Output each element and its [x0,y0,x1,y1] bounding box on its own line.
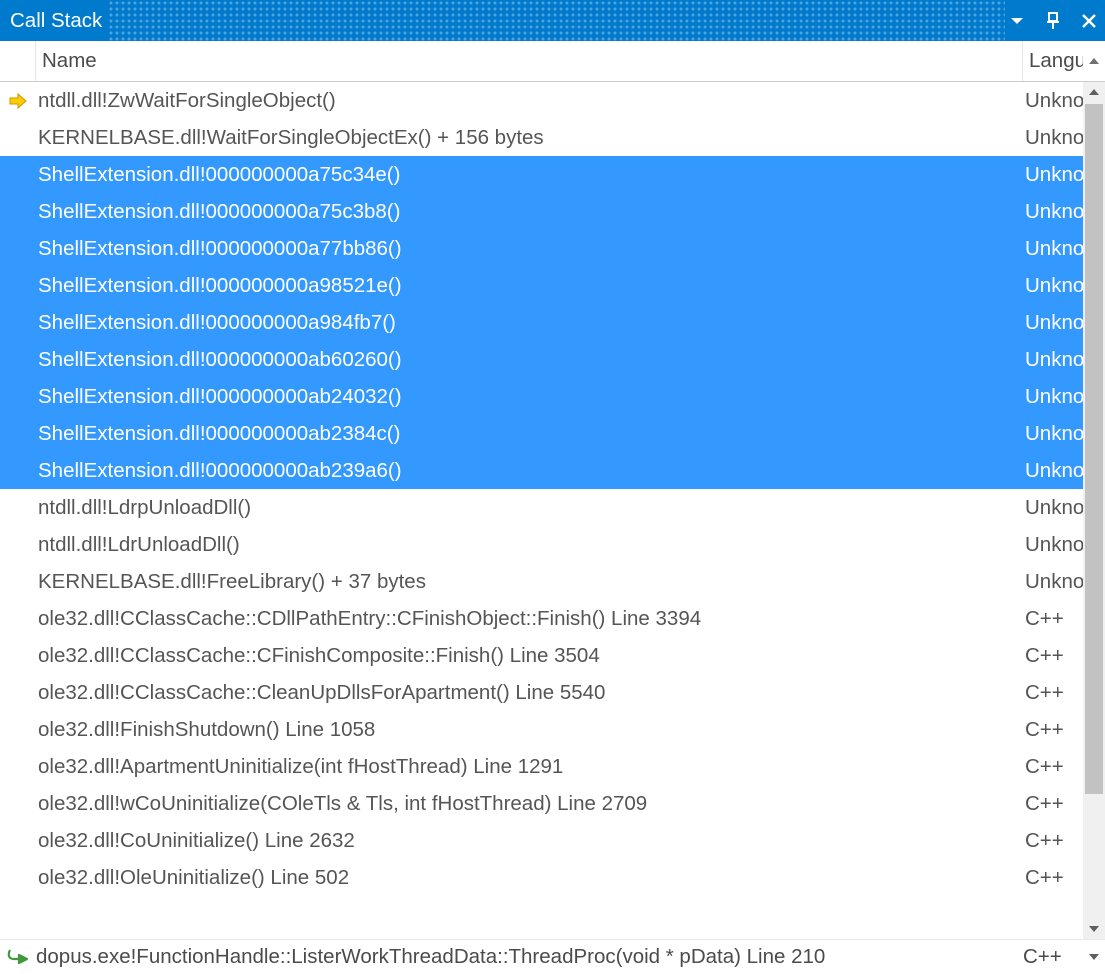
row-name: ntdll.dll!LdrpUnloadDll() [36,496,1023,520]
row-lang: C++ [1023,681,1083,705]
row-name: ShellExtension.dll!000000000a75c3b8() [36,200,1023,224]
row-gutter [0,92,36,110]
row-name: ShellExtension.dll!000000000a98521e() [36,274,1023,298]
callstack-row[interactable]: ntdll.dll!ZwWaitForSingleObject()Unknown [0,82,1083,119]
callstack-row[interactable]: ole32.dll!OleUninitialize() Line 502C++ [0,859,1083,896]
active-frame-icon [0,947,36,967]
row-lang: Unknown [1023,533,1083,557]
row-lang: Unknown [1023,348,1083,372]
row-name: ole32.dll!ApartmentUninitialize(int fHos… [36,755,1023,779]
column-header-gutter [0,41,36,81]
panel-titlebar: Call Stack [0,0,1105,41]
row-lang: C++ [1023,866,1083,890]
row-name: ole32.dll!CClassCache::CleanUpDllsForApa… [36,681,1023,705]
scrollbar-down-icon[interactable] [1083,919,1105,939]
row-name: ShellExtension.dll!000000000ab239a6() [36,459,1023,483]
autohide-pin-icon[interactable] [1043,11,1063,31]
column-header-language[interactable]: Language [1023,41,1083,81]
callstack-row[interactable]: ole32.dll!wCoUninitialize(COleTls & Tls,… [0,785,1083,822]
row-lang: Unknown [1023,126,1083,150]
row-lang: Unknown [1023,163,1083,187]
callstack-row[interactable]: ShellExtension.dll!000000000ab24032()Unk… [0,378,1083,415]
row-lang: Unknown [1023,274,1083,298]
callstack-row[interactable]: ShellExtension.dll!000000000a98521e()Unk… [0,267,1083,304]
row-lang: C++ [1023,755,1083,779]
callstack-row[interactable]: ntdll.dll!LdrpUnloadDll()Unknown [0,489,1083,526]
active-frame-name: dopus.exe!FunctionHandle::ListerWorkThre… [36,945,1023,969]
callstack-row[interactable]: ShellExtension.dll!000000000ab239a6()Unk… [0,452,1083,489]
current-frame-arrow-icon [8,92,28,110]
row-name: ole32.dll!CClassCache::CFinishComposite:… [36,644,1023,668]
row-name: ShellExtension.dll!000000000ab24032() [36,385,1023,409]
row-lang: C++ [1023,792,1083,816]
callstack-list-wrap: ntdll.dll!ZwWaitForSingleObject()Unknown… [0,82,1105,939]
row-name: ntdll.dll!ZwWaitForSingleObject() [36,89,1023,113]
vertical-scrollbar[interactable] [1083,82,1105,939]
row-name: KERNELBASE.dll!FreeLibrary() + 37 bytes [36,570,1023,594]
row-lang: C++ [1023,718,1083,742]
callstack-row[interactable]: ShellExtension.dll!000000000ab60260()Unk… [0,341,1083,378]
scrollbar-thumb[interactable] [1085,104,1103,794]
row-name: ole32.dll!OleUninitialize() Line 502 [36,866,1023,890]
column-header-name[interactable]: Name [36,41,1023,81]
row-lang: C++ [1023,644,1083,668]
row-name: ShellExtension.dll!000000000ab60260() [36,348,1023,372]
row-lang: Unknown [1023,237,1083,261]
row-name: ShellExtension.dll!000000000a75c34e() [36,163,1023,187]
column-header-row: Name Language [0,41,1105,82]
row-name: ole32.dll!wCoUninitialize(COleTls & Tls,… [36,792,1023,816]
row-name: ShellExtension.dll!000000000ab2384c() [36,422,1023,446]
callstack-row[interactable]: ole32.dll!CClassCache::CleanUpDllsForApa… [0,674,1083,711]
row-lang: Unknown [1023,496,1083,520]
callstack-row[interactable]: ShellExtension.dll!000000000a984fb7()Unk… [0,304,1083,341]
callstack-row[interactable]: ntdll.dll!LdrUnloadDll()Unknown [0,526,1083,563]
row-name: ntdll.dll!LdrUnloadDll() [36,533,1023,557]
row-lang: Unknown [1023,422,1083,446]
window-position-dropdown-icon[interactable] [1007,11,1027,31]
callstack-row[interactable]: ole32.dll!ApartmentUninitialize(int fHos… [0,748,1083,785]
callstack-row[interactable]: ShellExtension.dll!000000000ab2384c()Unk… [0,415,1083,452]
callstack-row[interactable]: KERNELBASE.dll!FreeLibrary() + 37 bytesU… [0,563,1083,600]
panel-title: Call Stack [10,9,102,33]
callstack-row[interactable]: ShellExtension.dll!000000000a75c34e()Unk… [0,156,1083,193]
row-name: ShellExtension.dll!000000000a984fb7() [36,311,1023,335]
active-frame-lang: C++ [1023,945,1083,969]
row-name: ole32.dll!CoUninitialize() Line 2632 [36,829,1023,853]
row-lang: Unknown [1023,385,1083,409]
row-lang: Unknown [1023,89,1083,113]
callstack-row[interactable]: ole32.dll!FinishShutdown() Line 1058C++ [0,711,1083,748]
row-name: KERNELBASE.dll!WaitForSingleObjectEx() +… [36,126,1023,150]
row-name: ole32.dll!CClassCache::CDllPathEntry::CF… [36,607,1023,631]
callstack-row[interactable]: ole32.dll!CClassCache::CDllPathEntry::CF… [0,600,1083,637]
callstack-row[interactable]: ShellExtension.dll!000000000a75c3b8()Unk… [0,193,1083,230]
row-lang: C++ [1023,607,1083,631]
callstack-row[interactable]: KERNELBASE.dll!WaitForSingleObjectEx() +… [0,119,1083,156]
column-header-scroll-spacer [1083,51,1105,71]
row-lang: Unknown [1023,200,1083,224]
close-icon[interactable] [1079,11,1099,31]
row-lang: Unknown [1023,570,1083,594]
active-frame-row[interactable]: dopus.exe!FunctionHandle::ListerWorkThre… [0,939,1105,974]
row-lang: C++ [1023,829,1083,853]
titlebar-grip[interactable] [108,0,1005,41]
row-name: ShellExtension.dll!000000000a77bb86() [36,237,1023,261]
callstack-row[interactable]: ShellExtension.dll!000000000a77bb86()Unk… [0,230,1083,267]
callstack-row[interactable]: ole32.dll!CClassCache::CFinishComposite:… [0,637,1083,674]
callstack-list[interactable]: ntdll.dll!ZwWaitForSingleObject()Unknown… [0,82,1083,939]
row-name: ole32.dll!FinishShutdown() Line 1058 [36,718,1023,742]
list-scroll-down-icon[interactable] [1083,952,1105,962]
scrollbar-up-icon[interactable] [1083,82,1105,102]
callstack-row[interactable]: ole32.dll!CoUninitialize() Line 2632C++ [0,822,1083,859]
row-lang: Unknown [1023,311,1083,335]
row-lang: Unknown [1023,459,1083,483]
